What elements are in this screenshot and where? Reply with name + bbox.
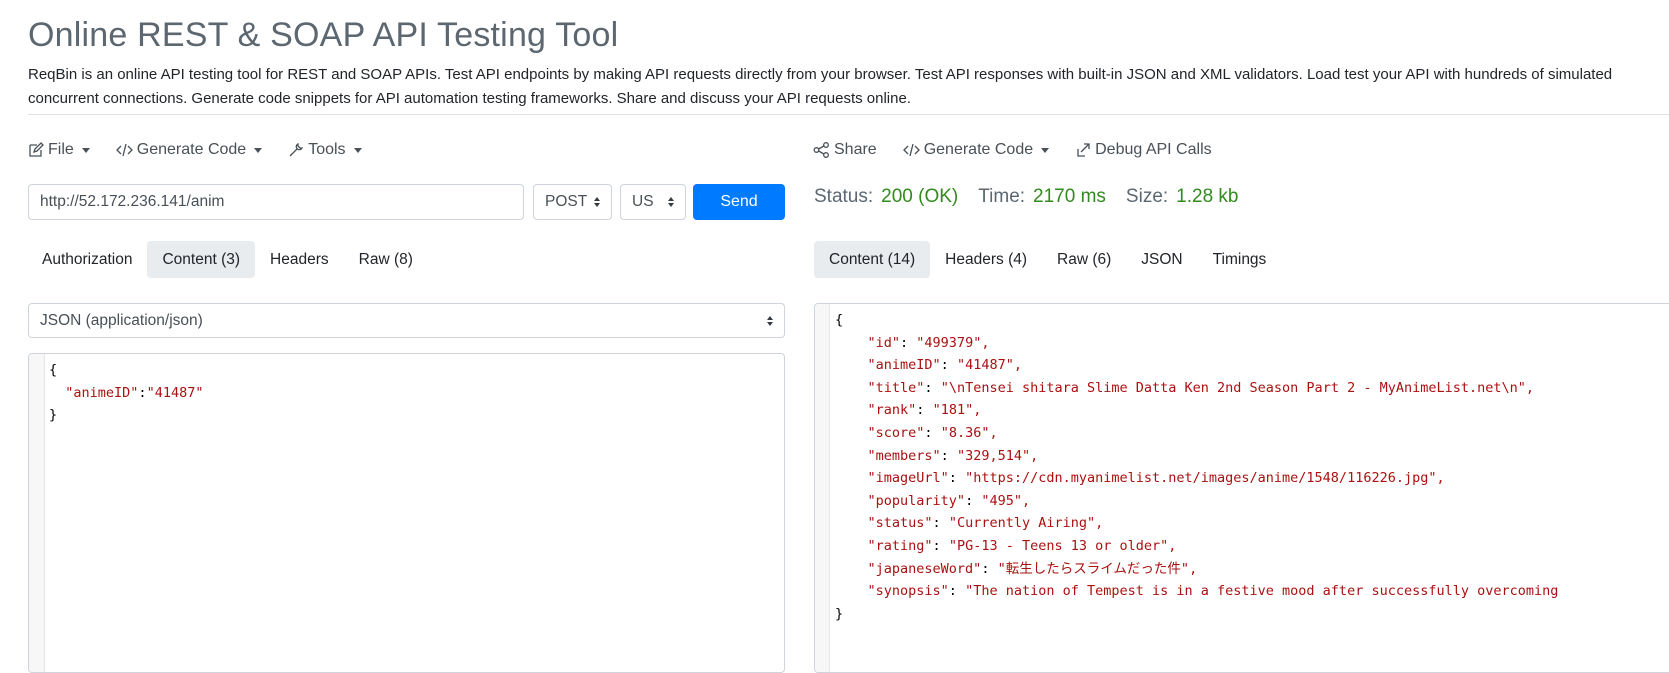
method-value: POST xyxy=(545,193,588,210)
json-key-rank: "rank" xyxy=(867,402,917,419)
code-icon xyxy=(115,143,133,157)
tab-raw[interactable]: Raw (8) xyxy=(344,241,428,278)
json-key: "animeID" xyxy=(65,384,139,401)
json-key-animeid: "animeID" xyxy=(867,357,941,374)
json-key-status: "status" xyxy=(867,515,933,532)
json-value: "41487" xyxy=(146,384,204,401)
json-value-synopsis: "The nation of Tempest is in a festive m… xyxy=(965,583,1559,600)
tab-headers[interactable]: Headers xyxy=(255,241,344,278)
request-toolbar: File Generate Code Tools xyxy=(28,139,388,161)
tools-icon xyxy=(289,142,304,157)
json-value-id: "499379", xyxy=(916,334,990,351)
json-value-popularity: "495", xyxy=(981,492,1031,509)
json-key-popularity: "popularity" xyxy=(867,492,966,509)
region-select[interactable]: US xyxy=(620,184,686,220)
json-value-title: "\nTensei shitara Slime Datta Ken 2nd Se… xyxy=(940,379,1535,396)
tab-content[interactable]: Content (3) xyxy=(147,241,256,278)
viewer-gutter xyxy=(815,304,830,672)
tools-label: Tools xyxy=(308,141,346,158)
response-generate-code-label: Generate Code xyxy=(923,141,1034,158)
share-icon xyxy=(813,142,829,158)
share-label: Share xyxy=(834,141,877,158)
method-select[interactable]: POST xyxy=(533,184,612,220)
region-value: US xyxy=(632,193,654,210)
tab-response-json[interactable]: JSON xyxy=(1126,241,1197,278)
tab-response-raw[interactable]: Raw (6) xyxy=(1042,241,1126,278)
json-key-score: "score" xyxy=(867,424,925,441)
code-icon xyxy=(902,143,920,157)
size-value: 1.28 kb xyxy=(1176,186,1239,207)
response-body-code: { "id": "499379", "animeID": "41487", "t… xyxy=(835,312,1559,622)
send-button[interactable]: Send xyxy=(693,184,785,220)
share-button[interactable]: Share xyxy=(813,141,877,159)
select-arrows-icon xyxy=(767,315,773,326)
tab-response-headers[interactable]: Headers (4) xyxy=(930,241,1042,278)
page-description: ReqBin is an online API testing tool for… xyxy=(28,66,1613,107)
size-label: Size: xyxy=(1125,186,1169,207)
url-input[interactable] xyxy=(28,184,524,220)
json-key-imageurl: "imageUrl" xyxy=(867,470,949,487)
content-type-value: JSON (application/json) xyxy=(40,311,203,329)
json-brace-close: } xyxy=(49,407,58,424)
file-menu[interactable]: File xyxy=(28,141,90,159)
tab-authorization[interactable]: Authorization xyxy=(27,241,147,278)
json-value-members: "329,514", xyxy=(956,447,1039,464)
response-status-line: Status: 200 (OK) Time: 2170 ms Size: 1.2… xyxy=(814,185,1259,209)
json-value-japaneseword: "転生したらスライムだった件", xyxy=(997,560,1198,577)
external-link-icon xyxy=(1077,143,1090,157)
json-brace-open: { xyxy=(49,362,58,378)
json-key-rating: "rating" xyxy=(867,537,933,554)
response-toolbar: Share Generate Code Debug API Calls xyxy=(813,139,1238,161)
json-value-status: "Currently Airing", xyxy=(948,515,1104,532)
json-colon: : xyxy=(138,384,147,401)
debug-api-calls-label: Debug API Calls xyxy=(1095,141,1212,158)
json-value-rank: "181", xyxy=(932,402,982,419)
generate-code-menu[interactable]: Generate Code xyxy=(115,141,263,159)
select-arrows-icon xyxy=(668,197,674,207)
response-tabs: Content (14) Headers (4) Raw (6) JSON Ti… xyxy=(814,241,1281,278)
page-title: Online REST & SOAP API Testing Tool xyxy=(28,16,619,54)
tab-response-timings[interactable]: Timings xyxy=(1198,241,1282,278)
chevron-down-icon xyxy=(254,147,263,153)
json-key-title: "title" xyxy=(867,379,925,396)
json-value-imageurl: "https://cdn.myanimelist.net/images/anim… xyxy=(965,470,1445,487)
request-body-editor[interactable]: { "animeID":"41487" } xyxy=(28,353,785,673)
select-arrows-icon xyxy=(594,197,600,207)
content-type-select[interactable]: JSON (application/json) xyxy=(28,303,785,338)
json-value-score: "8.36", xyxy=(940,424,998,441)
chevron-down-icon xyxy=(353,147,362,153)
status-label: Status: xyxy=(814,186,874,207)
header-divider xyxy=(28,114,1669,115)
tab-response-content[interactable]: Content (14) xyxy=(814,241,931,278)
request-tabs: Authorization Content (3) Headers Raw (8… xyxy=(27,241,428,278)
json-brace-close: } xyxy=(835,605,844,622)
time-label: Time: xyxy=(978,186,1026,207)
json-key-id: "id" xyxy=(867,334,901,351)
json-key-synopsis: "synopsis" xyxy=(867,583,949,600)
status-value: 200 (OK) xyxy=(881,186,959,207)
file-edit-icon xyxy=(29,142,44,157)
chevron-down-icon xyxy=(1041,147,1050,153)
json-key-members: "members" xyxy=(867,447,941,464)
json-brace-open: { xyxy=(835,312,844,328)
request-body-code: { "animeID":"41487" } xyxy=(49,359,203,427)
tools-menu[interactable]: Tools xyxy=(288,141,362,159)
generate-code-label: Generate Code xyxy=(136,141,247,158)
json-key-japaneseword: "japaneseWord" xyxy=(867,560,982,577)
json-value-rating: "PG-13 - Teens 13 or older", xyxy=(948,537,1177,554)
time-value: 2170 ms xyxy=(1033,186,1106,207)
debug-api-calls-button[interactable]: Debug API Calls xyxy=(1075,141,1212,159)
file-menu-label: File xyxy=(48,141,74,158)
json-value-animeid: "41487", xyxy=(956,357,1022,374)
response-body-viewer[interactable]: { "id": "499379", "animeID": "41487", "t… xyxy=(814,303,1669,673)
response-generate-code-menu[interactable]: Generate Code xyxy=(902,141,1050,159)
chevron-down-icon xyxy=(81,147,90,153)
editor-gutter xyxy=(29,354,45,672)
